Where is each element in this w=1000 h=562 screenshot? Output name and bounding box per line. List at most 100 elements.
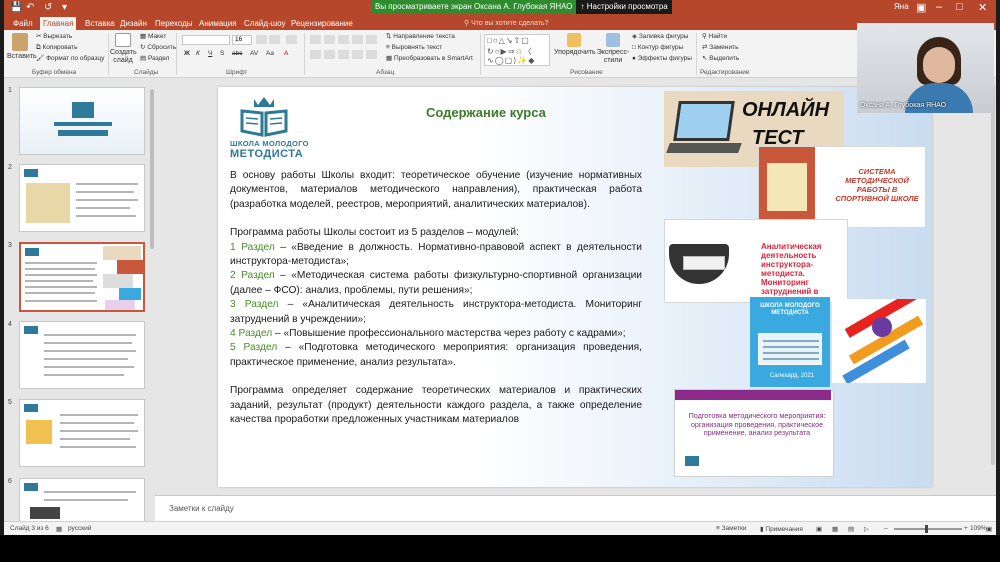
change-case-button[interactable]: Aa — [266, 50, 274, 58]
methodical-system-cover[interactable]: СИСТЕМА МЕТОДИЧЕСКОЙ РАБОТЫ В СПОРТИВНОЙ… — [758, 146, 926, 228]
layout-button[interactable]: ▦ Макет — [140, 33, 166, 41]
zoom-slider[interactable] — [894, 528, 962, 530]
tab-slideshow[interactable]: Слайд-шоу — [241, 17, 288, 30]
underline-button[interactable]: Ч — [208, 50, 212, 58]
redo-icon[interactable]: ↺ — [44, 2, 52, 13]
smartart-button[interactable]: ▦ Преобразовать в SmartArt — [386, 55, 473, 63]
tab-file[interactable]: Файл — [10, 17, 36, 30]
decrease-indent-button[interactable] — [338, 35, 349, 44]
shape-outline-button[interactable]: □ Контур фигуры — [632, 44, 683, 52]
format-painter-button[interactable]: 🖌 Формат по образцу — [36, 55, 104, 63]
replace-button[interactable]: ⇄ Заменить — [702, 44, 738, 52]
ribbon-options-icon[interactable]: ▣ — [916, 1, 926, 14]
slide-thumbnail-4[interactable] — [19, 321, 145, 389]
tell-me-search[interactable]: ⚲ Что вы хотите сделать? — [464, 17, 548, 30]
thumbnails-scrollbar[interactable] — [150, 79, 154, 521]
undo-icon[interactable]: ↶ — [26, 2, 34, 13]
shapes-gallery[interactable]: □○△↘⇧▢ ↻○▶⇒☆〈 ∿◯▢⟩✨◆ — [484, 34, 550, 66]
font-size-field[interactable]: 16 — [232, 35, 252, 45]
zoom-out-icon[interactable]: – — [884, 525, 888, 532]
current-slide[interactable]: ШКОЛА МОЛОДОГО МЕТОДИСТА Содержание курс… — [218, 87, 932, 487]
align-right-button[interactable] — [338, 50, 349, 59]
slide-thumbnail-5[interactable] — [19, 399, 145, 467]
analytic-activity-cover[interactable]: Аналитическая деятельность инструктора-м… — [664, 219, 848, 303]
reading-view-icon[interactable]: ▤ — [848, 525, 854, 533]
shape-fill-button[interactable]: ◈ Заливка фигуры — [632, 33, 688, 41]
paste-button[interactable]: Вставить — [7, 33, 37, 61]
decrease-font-button[interactable] — [269, 35, 280, 44]
numbering-button[interactable] — [324, 35, 335, 44]
save-icon[interactable]: 💾 — [10, 2, 22, 13]
line-spacing-button[interactable] — [366, 35, 377, 44]
shape-effects-button[interactable]: ● Эффекты фигуры — [632, 55, 692, 63]
arrange-button[interactable]: Упорядочить — [554, 33, 596, 57]
bold-button[interactable]: Ж — [184, 50, 190, 58]
font-color-button[interactable]: A — [284, 50, 288, 58]
close-icon[interactable]: ✕ — [978, 1, 987, 14]
slideshow-icon[interactable]: ▷ — [864, 525, 869, 533]
tab-design[interactable]: Дизайн — [117, 17, 150, 30]
text-direction-button[interactable]: ⇅ Направление текста — [386, 33, 455, 41]
canvas-scrollbar[interactable] — [990, 79, 996, 494]
language-indicator[interactable]: русский — [68, 525, 91, 532]
font-name-field[interactable] — [182, 35, 230, 45]
shape-effects-label: Эффекты фигуры — [637, 55, 692, 62]
select-button[interactable]: ↖ Выделить — [702, 55, 739, 63]
scrollbar-thumb[interactable] — [991, 85, 995, 465]
copy-button[interactable]: ⧉ Копировать — [36, 44, 77, 52]
slide-thumbnail-1[interactable] — [19, 87, 145, 155]
italic-button[interactable]: К — [196, 50, 200, 58]
char-spacing-button[interactable]: AV — [250, 50, 258, 58]
slide-thumbnail-2[interactable] — [19, 164, 145, 232]
school-booklet-cover[interactable]: ШКОЛА МОЛОДОГО МЕТОДИСТА Салехард, 2021 — [750, 297, 830, 387]
sport-runner-image[interactable] — [832, 299, 926, 383]
zoom-slider-handle[interactable] — [925, 525, 928, 533]
notes-toggle[interactable]: ≡ Заметки — [716, 525, 746, 532]
zoom-level[interactable]: 109% — [970, 525, 987, 532]
event-preparation-cover[interactable]: Подготовка методического мероприятия: ор… — [674, 389, 834, 477]
bullets-button[interactable] — [310, 35, 321, 44]
normal-view-icon[interactable]: ▣ — [816, 525, 822, 533]
paste-label: Вставить — [7, 53, 37, 60]
slide-sorter-icon[interactable]: ▦ — [832, 525, 838, 533]
thumb-logo — [24, 169, 38, 177]
section-button[interactable]: ▤ Раздел — [140, 55, 169, 63]
tab-review[interactable]: Рецензирование — [288, 17, 356, 30]
view-settings-button[interactable]: ↑ Настройки просмотра — [576, 0, 672, 14]
comments-toggle[interactable]: ▮ Примечания — [760, 525, 803, 533]
strikethrough-button[interactable]: abc — [232, 50, 242, 58]
align-left-button[interactable] — [310, 50, 321, 59]
slide-body-text[interactable]: В основу работы Школы входит: теоретичес… — [230, 169, 642, 442]
quick-styles-button[interactable]: Экспресс-стили — [596, 33, 630, 65]
shadow-button[interactable]: S — [220, 50, 224, 58]
fit-slide-icon[interactable]: ▣ — [986, 525, 992, 533]
justify-button[interactable] — [352, 50, 363, 59]
cut-button[interactable]: ✂ Вырезать — [36, 33, 72, 41]
notes-pane[interactable]: Заметки к слайду — [155, 495, 996, 521]
increase-indent-button[interactable] — [352, 35, 363, 44]
new-slide-button[interactable]: Создать слайд — [110, 33, 137, 65]
spellcheck-icon[interactable]: ▦ — [56, 525, 62, 533]
slide-title[interactable]: Содержание курса — [426, 105, 546, 120]
maximize-icon[interactable]: □ — [956, 1, 963, 13]
arrange-icon — [567, 33, 581, 47]
clear-format-button[interactable] — [286, 35, 297, 44]
slide-thumbnail-3[interactable] — [19, 242, 145, 312]
slide-thumbnail-6[interactable] — [19, 478, 145, 521]
zoom-in-icon[interactable]: + — [964, 525, 968, 532]
tab-animation[interactable]: Анимация — [196, 17, 240, 30]
scrollbar-thumb[interactable] — [150, 89, 154, 249]
customize-toolbar-icon[interactable]: ▾ — [62, 2, 67, 13]
tab-home[interactable]: Главная — [40, 17, 77, 30]
align-text-button[interactable]: ≡ Выровнять текст — [386, 44, 442, 52]
tab-transitions[interactable]: Переходы — [152, 17, 196, 30]
tab-insert[interactable]: Вставка — [82, 17, 118, 30]
align-center-button[interactable] — [324, 50, 335, 59]
thumb-line — [25, 292, 95, 294]
increase-font-button[interactable] — [256, 35, 267, 44]
presenter-video[interactable]: Оксана А. Глубокая ЯНАО — [857, 23, 994, 113]
minimize-icon[interactable]: – — [936, 1, 942, 13]
find-button[interactable]: ⚲ Найти — [702, 33, 727, 41]
columns-button[interactable] — [366, 50, 377, 59]
reset-button[interactable]: ↻ Сбросить — [140, 44, 176, 52]
